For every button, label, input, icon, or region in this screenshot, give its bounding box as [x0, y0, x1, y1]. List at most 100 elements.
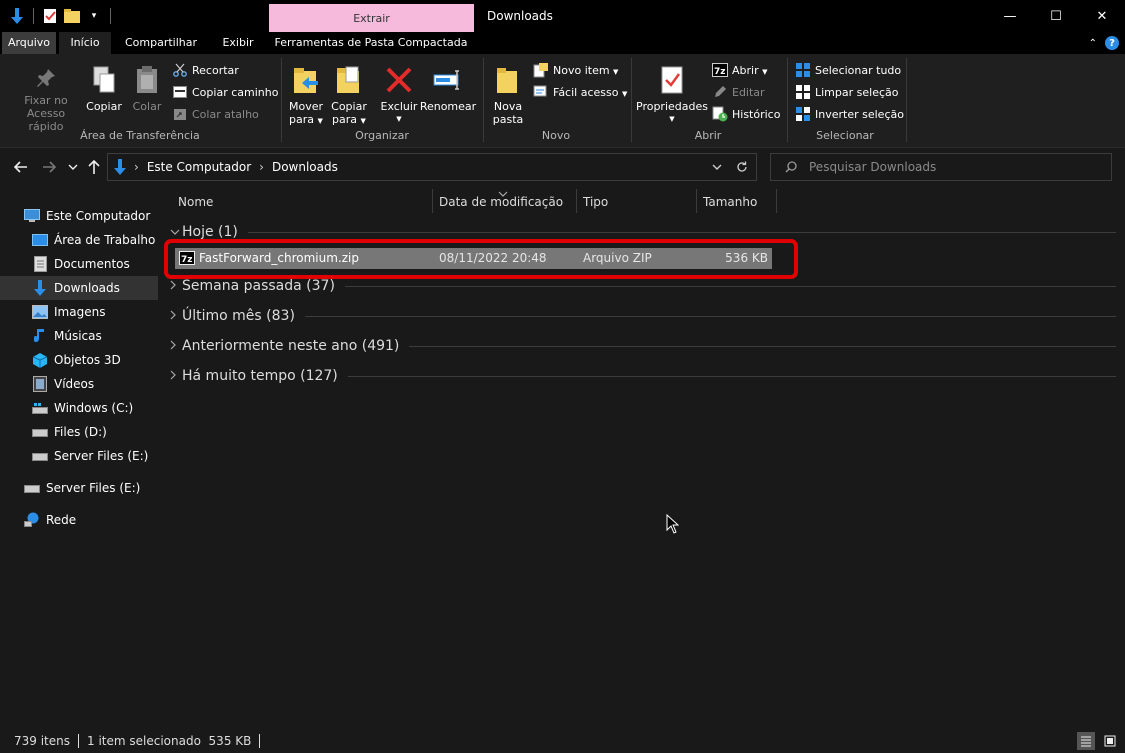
breadcrumb-downloads[interactable]: Downloads — [272, 160, 338, 174]
nav-item-server-files-e-root[interactable]: Server Files (E:) — [0, 476, 158, 500]
divider — [347, 375, 1116, 377]
divider[interactable] — [696, 189, 697, 213]
history-label: Histórico — [732, 107, 781, 121]
nav-label: Imagens — [54, 305, 106, 319]
group-header-anteriormente-neste-ano[interactable]: Anteriormente neste ano (491) — [170, 333, 1116, 359]
divider — [906, 58, 907, 142]
nav-item-imagens[interactable]: Imagens — [0, 300, 158, 324]
large-icons-view-icon[interactable] — [1101, 732, 1119, 750]
nav-item-server-files-e[interactable]: Server Files (E:) — [0, 444, 158, 468]
copy-button[interactable]: Copiar — [86, 64, 122, 113]
back-arrow-icon[interactable] — [10, 148, 32, 186]
new-folder-icon — [492, 64, 524, 96]
divider[interactable] — [776, 189, 777, 213]
column-header-modified[interactable]: Data de modificação — [439, 192, 563, 214]
nav-item-musicas[interactable]: Músicas — [0, 324, 158, 348]
invert-selection-button[interactable]: Inverter seleção — [795, 104, 904, 124]
tab-home[interactable]: Início — [59, 32, 111, 54]
network-icon — [24, 512, 40, 528]
open-button[interactable]: 7z Abrir ▼ — [712, 60, 768, 80]
recent-locations-chevron-icon[interactable] — [66, 148, 80, 186]
edit-label: Editar — [732, 85, 765, 99]
copy-to-button[interactable]: Copiar para ▼ — [330, 64, 368, 128]
up-arrow-icon[interactable] — [86, 148, 102, 186]
chevron-right-icon — [170, 370, 182, 383]
paste-shortcut-button[interactable]: Colar atalho — [172, 104, 259, 124]
rename-button[interactable]: Renomear — [420, 64, 476, 113]
pictures-icon — [32, 304, 48, 320]
tab-file[interactable]: Arquivo — [2, 32, 56, 54]
divider[interactable] — [576, 189, 577, 213]
close-button[interactable]: ✕ — [1079, 0, 1125, 32]
history-button[interactable]: Histórico — [712, 104, 780, 124]
divider — [344, 285, 1116, 287]
column-header-name[interactable]: Nome — [178, 192, 213, 214]
nav-item-videos[interactable]: Vídeos — [0, 372, 158, 396]
paste-icon — [131, 64, 163, 96]
select-none-label: Limpar seleção — [815, 85, 899, 99]
new-folder-button[interactable]: Nova pasta — [490, 64, 526, 126]
nav-item-files-d[interactable]: Files (D:) — [0, 420, 158, 444]
nav-item-rede[interactable]: Rede — [0, 508, 158, 532]
down-arrow-icon[interactable] — [8, 7, 26, 25]
copy-to-icon — [333, 64, 365, 96]
breadcrumb-este-computador[interactable]: Este Computador — [147, 160, 251, 174]
details-view-icon[interactable] — [1077, 731, 1095, 750]
nav-label: Server Files (E:) — [54, 449, 149, 463]
copy-label: Copiar — [86, 100, 122, 113]
easy-access-label: Fácil acesso ▼ — [553, 85, 628, 99]
paste-button[interactable]: Colar — [130, 64, 164, 113]
refresh-icon[interactable] — [736, 161, 748, 173]
group-header-ha-muito-tempo[interactable]: Há muito tempo (127) — [170, 363, 1116, 389]
easy-access-button[interactable]: Fácil acesso ▼ — [533, 82, 627, 102]
breadcrumb-separator[interactable]: › — [259, 160, 264, 174]
nav-item-windows-c[interactable]: Windows (C:) — [0, 396, 158, 420]
divider[interactable] — [432, 189, 433, 213]
tab-view[interactable]: Exibir — [212, 32, 264, 54]
nav-label: Músicas — [54, 329, 102, 343]
properties-icon — [656, 64, 688, 96]
customize-toolbar-icon[interactable]: ▾ — [85, 7, 103, 25]
new-item-icon — [533, 62, 549, 78]
copy-path-button[interactable]: Copiar caminho — [172, 82, 278, 102]
select-none-button[interactable]: Limpar seleção — [795, 82, 898, 102]
minimize-button[interactable]: — — [987, 0, 1033, 32]
nav-item-documentos[interactable]: Documentos — [0, 252, 158, 276]
tab-share[interactable]: Compartilhar — [118, 32, 204, 54]
nav-item-objetos-3d[interactable]: Objetos 3D — [0, 348, 158, 372]
pin-quick-access-button[interactable]: Fixar no Acesso rápido — [8, 66, 84, 133]
delete-button[interactable]: Excluir ▼ — [380, 64, 418, 126]
search-box[interactable]: Pesquisar Downloads — [770, 153, 1112, 181]
move-to-button[interactable]: Mover para ▼ — [287, 64, 325, 128]
maximize-button[interactable]: ☐ — [1033, 0, 1079, 32]
forward-arrow-icon[interactable] — [38, 148, 60, 186]
delete-label: Excluir — [380, 100, 418, 113]
select-all-icon — [795, 62, 811, 78]
group-label-clipboard: Área de Transferência — [80, 129, 200, 142]
edit-button[interactable]: Editar — [712, 82, 765, 102]
nav-item-area-de-trabalho[interactable]: Área de Trabalho — [0, 228, 158, 252]
group-label-select: Selecionar — [816, 129, 874, 142]
breadcrumb-separator[interactable]: › — [134, 160, 139, 174]
group-header-ultimo-mes[interactable]: Último mês (83) — [170, 303, 1116, 329]
navigation-pane: Este Computador Área de Trabalho Documen… — [0, 190, 160, 728]
properties-icon[interactable] — [41, 7, 59, 25]
nav-item-downloads[interactable]: Downloads — [0, 276, 158, 300]
nav-item-este-computador[interactable]: Este Computador — [0, 204, 158, 228]
new-item-button[interactable]: Novo item ▼ — [533, 60, 618, 80]
new-folder-icon[interactable] — [63, 7, 81, 25]
tab-compressed-folder-tools[interactable]: Ferramentas de Pasta Compactada — [270, 32, 472, 54]
collapse-ribbon-icon[interactable]: ⌃ — [1089, 38, 1097, 49]
cut-button[interactable]: Recortar — [172, 60, 239, 80]
group-header-semana-passada[interactable]: Semana passada (37) — [170, 273, 1116, 299]
address-history-chevron-icon[interactable] — [712, 164, 722, 170]
column-header-size[interactable]: Tamanho — [703, 192, 757, 214]
divider — [259, 733, 261, 748]
help-icon[interactable]: ? — [1105, 36, 1119, 50]
extract-context-tab[interactable]: Extrair — [269, 4, 474, 32]
select-all-button[interactable]: Selecionar tudo — [795, 60, 901, 80]
properties-button[interactable]: Propriedades ▼ — [636, 64, 708, 126]
address-bar[interactable]: › Este Computador › Downloads — [107, 153, 757, 181]
column-header-type[interactable]: Tipo — [583, 192, 608, 214]
properties-caret: ▼ — [669, 115, 675, 123]
